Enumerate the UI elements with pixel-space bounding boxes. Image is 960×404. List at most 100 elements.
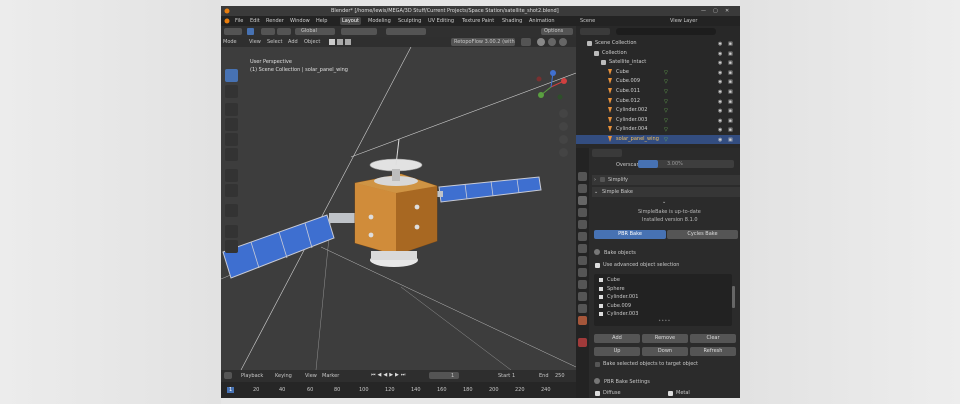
measure-tool-icon[interactable] (225, 184, 238, 197)
output-props-icon[interactable] (578, 196, 587, 205)
tab-layout[interactable]: Layout (340, 17, 361, 25)
shading-rendered-icon[interactable] (559, 38, 567, 46)
scene-props-icon[interactable] (578, 220, 587, 229)
visibility-eye-icon[interactable]: ◉ (718, 79, 722, 85)
ortho-toggle-icon[interactable] (559, 148, 568, 157)
outliner-row[interactable]: Satellite_intact ◉ ▣ (576, 58, 740, 67)
current-frame-field[interactable]: 1 (429, 372, 459, 379)
render-camera-icon[interactable]: ▣ (728, 127, 733, 133)
mesh-select-edge-icon[interactable] (337, 39, 343, 45)
outliner-row[interactable]: Cylinder.004 ▽ ◉ ▣ (576, 125, 740, 134)
object-menu[interactable]: Object (304, 39, 320, 45)
tab-shading[interactable]: Shading (500, 17, 524, 25)
visibility-eye-icon[interactable]: ◉ (718, 60, 722, 66)
visibility-eye-icon[interactable]: ◉ (718, 70, 722, 76)
object-props-icon[interactable] (578, 244, 587, 253)
rotate-tool-icon[interactable] (225, 118, 238, 131)
3d-viewport[interactable]: User Perspective (1) Scene Collection | … (221, 47, 576, 370)
select-menu[interactable]: Select (267, 39, 282, 45)
diffuse-checkbox[interactable] (595, 391, 600, 396)
outliner-row[interactable]: Collection ◉ ▣ (576, 49, 740, 58)
outliner-row[interactable]: Cube.012 ▽ ◉ ▣ (576, 97, 740, 106)
move-tool-icon[interactable] (225, 103, 238, 116)
list-item[interactable]: Cylinder.003 (596, 310, 726, 318)
retopoflow-dropdown[interactable]: RetopoFlow 3.00.2 (with (451, 38, 515, 46)
window-controls[interactable]: — ▢ ✕ (701, 8, 737, 14)
menu-window[interactable]: Window (290, 18, 310, 24)
texture-props-icon[interactable] (578, 338, 587, 347)
view-layer-selector[interactable]: View Layer (670, 18, 697, 24)
zoom-icon[interactable] (559, 109, 568, 118)
tab-uv-editing[interactable]: UV Editing (426, 17, 456, 25)
outliner-search-input[interactable] (616, 28, 716, 35)
render-camera-icon[interactable]: ▣ (728, 51, 733, 57)
render-camera-icon[interactable]: ▣ (728, 108, 733, 114)
viewport-toggle-icon[interactable] (521, 38, 531, 46)
outliner-row[interactable]: Cube.011 ▽ ◉ ▣ (576, 87, 740, 96)
metal-checkbox[interactable] (668, 391, 673, 396)
cursor-tool-icon[interactable] (225, 85, 238, 98)
mesh-select-vertex-icon[interactable] (329, 39, 335, 45)
scene-selector[interactable]: Scene (580, 18, 595, 24)
navigation-gizmo[interactable] (533, 69, 569, 105)
cycles-bake-tab[interactable]: Cycles Bake (667, 230, 738, 239)
bake-object-list[interactable]: Cube Sphere Cylinder.001 Cube.009 Cylinder.0… (594, 274, 732, 326)
data-props-icon[interactable] (578, 304, 587, 313)
select-circle-icon[interactable] (277, 28, 291, 35)
visibility-eye-icon[interactable]: ◉ (718, 51, 722, 57)
visibility-eye-icon[interactable]: ◉ (718, 127, 722, 133)
outliner-row[interactable]: Cube.009 ▽ ◉ ▣ (576, 77, 740, 86)
select-box-icon[interactable] (261, 28, 275, 35)
world-props-icon[interactable] (578, 232, 587, 241)
maximize-icon[interactable]: ▢ (713, 8, 718, 14)
list-item[interactable]: Sphere (596, 285, 726, 293)
view-layer-props-icon[interactable] (578, 208, 587, 217)
render-camera-icon[interactable]: ▣ (728, 70, 733, 76)
simple-bake-panel-header[interactable]: ⌄ Simple Bake (592, 187, 740, 197)
visibility-eye-icon[interactable]: ◉ (718, 99, 722, 105)
timeline-ruler[interactable]: 1 20 40 60 80 100 120 140 160 180 200 22… (221, 382, 576, 398)
shading-solid-icon[interactable] (537, 38, 545, 46)
add-button[interactable]: Add (594, 334, 640, 343)
outliner-row[interactable]: solar_panel_wing ▽ ◉ ▣ (576, 135, 740, 144)
editor-type-button[interactable] (224, 28, 242, 35)
menu-file[interactable]: File (235, 18, 243, 24)
render-camera-icon[interactable]: ▣ (728, 99, 733, 105)
visibility-eye-icon[interactable]: ◉ (718, 89, 722, 95)
menu-help[interactable]: Help (316, 18, 327, 24)
list-item[interactable]: Cylinder.001 (596, 293, 726, 301)
blender-menu-icon[interactable] (224, 18, 230, 24)
physics-props-icon[interactable] (578, 280, 587, 289)
pivot-select[interactable] (341, 28, 377, 35)
outliner-row[interactable]: Cylinder.003 ▽ ◉ ▣ (576, 116, 740, 125)
transform-orientation-select[interactable]: Global (295, 28, 335, 35)
properties-search-toggle[interactable] (592, 149, 622, 157)
camera-view-icon[interactable] (559, 135, 568, 144)
outliner-row[interactable]: Cylinder.002 ▽ ◉ ▣ (576, 106, 740, 115)
playback-menu[interactable]: Playback (241, 373, 263, 379)
menu-render[interactable]: Render (266, 18, 284, 24)
clear-button[interactable]: Clear (690, 334, 736, 343)
view-menu[interactable]: View (249, 39, 261, 45)
pbr-bake-tab[interactable]: PBR Bake (594, 230, 666, 239)
render-camera-icon[interactable]: ▣ (728, 41, 733, 47)
mode-menu[interactable]: Mode (223, 39, 237, 45)
render-camera-icon[interactable]: ▣ (728, 60, 733, 66)
close-icon[interactable]: ✕ (725, 8, 729, 14)
render-camera-icon[interactable]: ▣ (728, 137, 733, 143)
playback-controls[interactable]: ⏮◀◀▶▶⏭ (371, 372, 407, 378)
tab-texture-paint[interactable]: Texture Paint (460, 17, 496, 25)
render-camera-icon[interactable]: ▣ (728, 79, 733, 85)
keying-menu[interactable]: Keying (275, 373, 292, 379)
options-dropdown[interactable]: Options (541, 28, 573, 35)
render-camera-icon[interactable]: ▣ (728, 89, 733, 95)
mesh-select-face-icon[interactable] (345, 39, 351, 45)
list-resize-handle[interactable]: ∙∙∙∙ (658, 318, 671, 324)
bake-selected-checkbox[interactable] (595, 362, 600, 367)
visibility-eye-icon[interactable]: ◉ (718, 118, 722, 124)
visibility-eye-icon[interactable]: ◉ (718, 41, 722, 47)
tab-modeling[interactable]: Modeling (366, 17, 393, 25)
render-props-icon[interactable] (578, 184, 587, 193)
outliner-row[interactable]: Cube ▽ ◉ ▣ (576, 68, 740, 77)
pan-hand-icon[interactable] (559, 122, 568, 131)
